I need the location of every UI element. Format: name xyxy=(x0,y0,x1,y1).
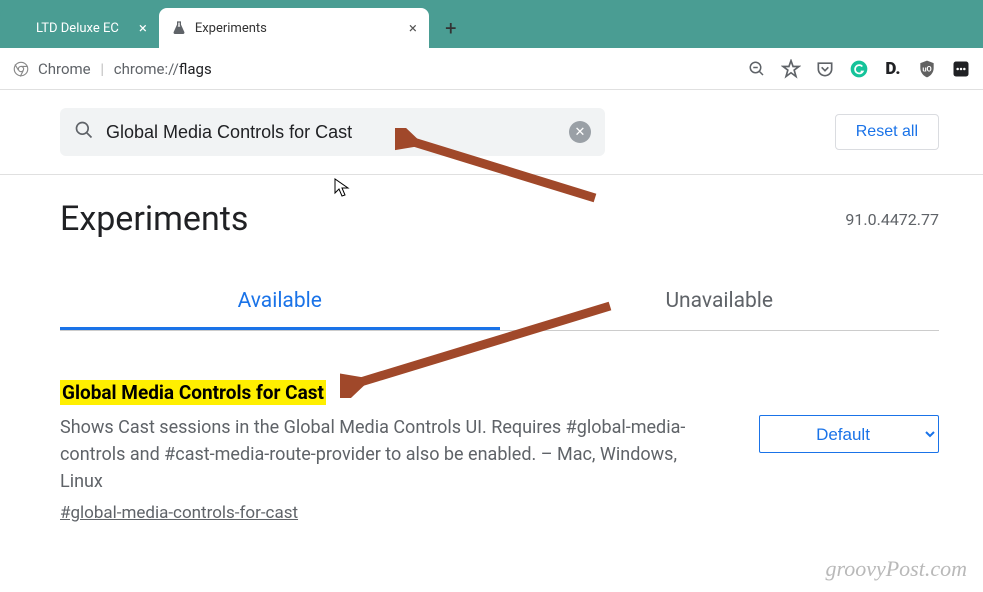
extension-dots-icon[interactable] xyxy=(951,59,971,79)
grammarly-icon[interactable] xyxy=(849,59,869,79)
zoom-icon[interactable] xyxy=(747,59,767,79)
flask-icon xyxy=(171,20,187,36)
watermark: groovyPost.com xyxy=(825,556,967,582)
flag-state-select[interactable]: Default xyxy=(759,415,939,453)
content-tabs: Available Unavailable xyxy=(60,275,939,331)
browser-tab-strip: LTD Deluxe EC × Experiments × + xyxy=(0,0,983,48)
chrome-icon xyxy=(12,60,30,78)
page-title: Experiments xyxy=(60,199,248,239)
flag-description: Shows Cast sessions in the Global Media … xyxy=(60,414,700,495)
star-icon[interactable] xyxy=(781,59,801,79)
tab-title: Experiments xyxy=(195,21,267,36)
clear-search-icon[interactable]: ✕ xyxy=(569,121,591,143)
separator: | xyxy=(100,60,104,78)
address-field[interactable]: Chrome | chrome://flags xyxy=(12,60,747,78)
extension-d-icon[interactable]: D. xyxy=(883,59,903,79)
tab-unavailable[interactable]: Unavailable xyxy=(500,275,940,330)
tab-ltd[interactable]: LTD Deluxe EC × xyxy=(0,8,159,48)
version-label: 91.0.4472.77 xyxy=(845,210,939,229)
ublock-icon[interactable]: uO xyxy=(917,59,937,79)
address-url-prefix: chrome:// xyxy=(114,60,179,78)
close-icon[interactable]: × xyxy=(409,19,417,37)
address-bar: Chrome | chrome://flags D. uO xyxy=(0,48,983,90)
flag-title: Global Media Controls for Cast xyxy=(60,380,326,405)
flag-item: Global Media Controls for Cast Shows Cas… xyxy=(60,381,939,523)
reset-all-button[interactable]: Reset all xyxy=(835,114,939,150)
close-icon[interactable]: × xyxy=(139,19,147,37)
tab-favicon-generic xyxy=(12,20,28,36)
tab-title: LTD Deluxe EC xyxy=(36,21,119,36)
tab-available[interactable]: Available xyxy=(60,275,500,330)
search-input[interactable] xyxy=(106,122,569,143)
pocket-icon[interactable] xyxy=(815,59,835,79)
address-scheme: Chrome xyxy=(38,60,91,78)
address-url-path: flags xyxy=(179,60,212,78)
tab-experiments[interactable]: Experiments × xyxy=(159,8,429,48)
svg-text:uO: uO xyxy=(922,64,931,73)
new-tab-button[interactable]: + xyxy=(437,14,465,42)
flag-anchor-link[interactable]: #global-media-controls-for-cast xyxy=(60,503,298,523)
search-flags-box[interactable]: ✕ xyxy=(60,108,605,156)
search-icon xyxy=(74,120,94,144)
